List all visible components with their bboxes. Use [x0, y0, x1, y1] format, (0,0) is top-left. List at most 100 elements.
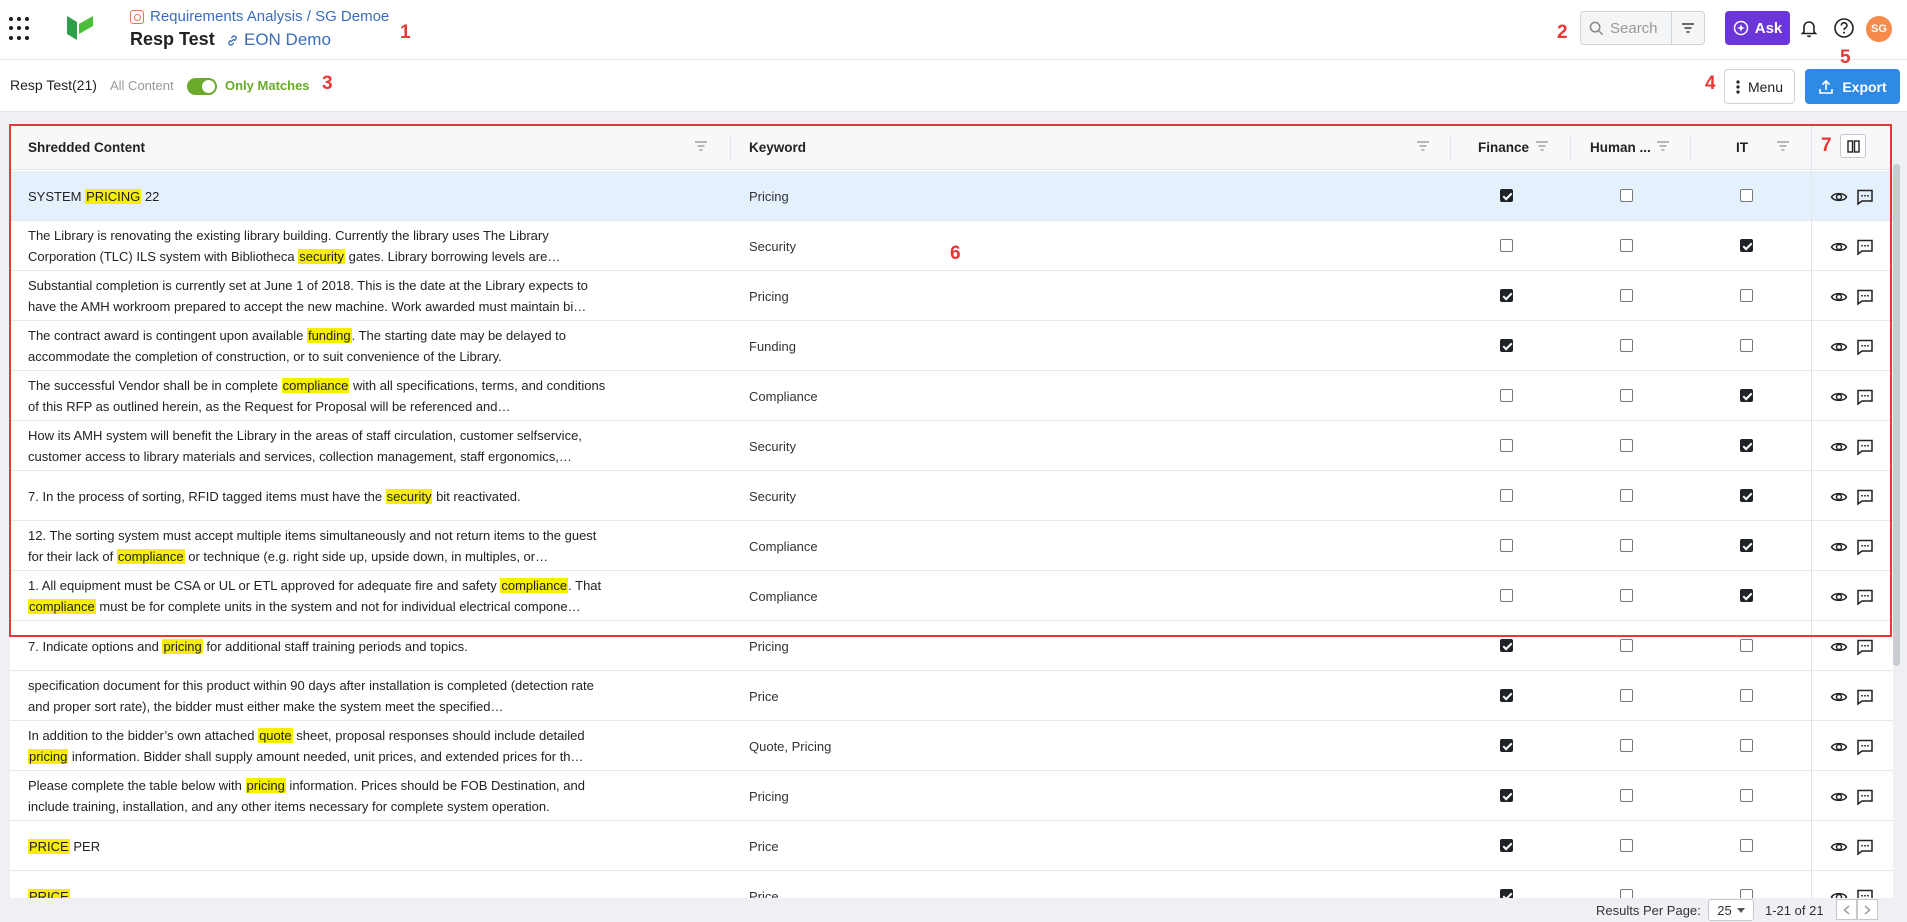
- comment-icon[interactable]: [1856, 788, 1874, 806]
- comment-icon[interactable]: [1856, 888, 1874, 898]
- it-checkbox[interactable]: [1740, 239, 1753, 252]
- comment-icon[interactable]: [1856, 688, 1874, 706]
- table-row[interactable]: 7. In the process of sorting, RFID tagge…: [10, 471, 1893, 521]
- it-checkbox[interactable]: [1740, 839, 1753, 852]
- shredded-content-cell[interactable]: Substantial completion is currently set …: [28, 271, 608, 321]
- it-checkbox[interactable]: [1740, 339, 1753, 352]
- eye-icon[interactable]: [1830, 488, 1848, 506]
- comment-icon[interactable]: [1856, 638, 1874, 656]
- search-filter-button[interactable]: [1671, 11, 1705, 45]
- shredded-content-cell[interactable]: specification document for this product …: [28, 671, 608, 721]
- eye-icon[interactable]: [1830, 838, 1848, 856]
- prev-page-button[interactable]: [1836, 899, 1857, 920]
- shredded-content-cell[interactable]: Please complete the table below with pri…: [28, 771, 608, 821]
- table-row[interactable]: SYSTEM PRICING 22 Pricing: [10, 171, 1893, 221]
- comment-icon[interactable]: [1856, 838, 1874, 856]
- human-checkbox[interactable]: [1620, 589, 1633, 602]
- it-checkbox[interactable]: [1740, 539, 1753, 552]
- table-row[interactable]: The contract award is contingent upon av…: [10, 321, 1893, 371]
- table-scrollbar[interactable]: [1893, 164, 1900, 666]
- comment-icon[interactable]: [1856, 488, 1874, 506]
- comment-icon[interactable]: [1856, 238, 1874, 256]
- col-header-shredded-content[interactable]: Shredded Content: [28, 124, 145, 170]
- search-input[interactable]: Search: [1580, 11, 1671, 45]
- finance-checkbox[interactable]: [1500, 539, 1513, 552]
- eye-icon[interactable]: [1830, 688, 1848, 706]
- table-row[interactable]: PRICE Price: [10, 871, 1893, 898]
- column-filter-icon[interactable]: [694, 140, 708, 152]
- shredded-content-cell[interactable]: How its AMH system will benefit the Libr…: [28, 421, 608, 471]
- it-checkbox[interactable]: [1740, 439, 1753, 452]
- eye-icon[interactable]: [1830, 638, 1848, 656]
- column-filter-icon[interactable]: [1535, 140, 1549, 152]
- column-divider[interactable]: [730, 134, 731, 160]
- finance-checkbox[interactable]: [1500, 589, 1513, 602]
- results-per-page-select[interactable]: 25: [1708, 899, 1754, 921]
- shredded-content-cell[interactable]: The successful Vendor shall be in comple…: [28, 371, 608, 421]
- human-checkbox[interactable]: [1620, 439, 1633, 452]
- table-row[interactable]: In addition to the bidder’s own attached…: [10, 721, 1893, 771]
- human-checkbox[interactable]: [1620, 639, 1633, 652]
- apps-grid-icon[interactable]: [9, 17, 33, 41]
- col-header-it[interactable]: IT: [1736, 124, 1748, 170]
- eye-icon[interactable]: [1830, 738, 1848, 756]
- human-checkbox[interactable]: [1620, 739, 1633, 752]
- human-checkbox[interactable]: [1620, 339, 1633, 352]
- finance-checkbox[interactable]: [1500, 189, 1513, 202]
- ask-button[interactable]: Ask: [1725, 11, 1790, 45]
- finance-checkbox[interactable]: [1500, 439, 1513, 452]
- column-divider[interactable]: [1690, 134, 1691, 160]
- comment-icon[interactable]: [1856, 388, 1874, 406]
- comment-icon[interactable]: [1856, 288, 1874, 306]
- table-row[interactable]: 7. Indicate options and pricing for addi…: [10, 621, 1893, 671]
- it-checkbox[interactable]: [1740, 489, 1753, 502]
- column-chooser-button[interactable]: [1840, 134, 1866, 158]
- table-row[interactable]: PRICE PER Price: [10, 821, 1893, 871]
- it-checkbox[interactable]: [1740, 289, 1753, 302]
- finance-checkbox[interactable]: [1500, 839, 1513, 852]
- comment-icon[interactable]: [1856, 188, 1874, 206]
- breadcrumb[interactable]: Requirements Analysis / SG Demoe: [130, 8, 389, 25]
- finance-checkbox[interactable]: [1500, 289, 1513, 302]
- finance-checkbox[interactable]: [1500, 739, 1513, 752]
- table-row[interactable]: The successful Vendor shall be in comple…: [10, 371, 1893, 421]
- table-row[interactable]: How its AMH system will benefit the Libr…: [10, 421, 1893, 471]
- human-checkbox[interactable]: [1620, 889, 1633, 898]
- eye-icon[interactable]: [1830, 788, 1848, 806]
- menu-button[interactable]: Menu: [1724, 69, 1795, 104]
- eye-icon[interactable]: [1830, 188, 1848, 206]
- col-header-finance[interactable]: Finance: [1478, 124, 1529, 170]
- finance-checkbox[interactable]: [1500, 789, 1513, 802]
- col-header-keyword[interactable]: Keyword: [749, 124, 806, 170]
- comment-icon[interactable]: [1856, 438, 1874, 456]
- finance-checkbox[interactable]: [1500, 689, 1513, 702]
- export-button[interactable]: Export: [1805, 69, 1900, 104]
- eye-icon[interactable]: [1830, 388, 1848, 406]
- it-checkbox[interactable]: [1740, 389, 1753, 402]
- shredded-content-cell[interactable]: PRICE PER: [28, 821, 608, 871]
- table-row[interactable]: 1. All equipment must be CSA or UL or ET…: [10, 571, 1893, 621]
- bell-icon[interactable]: [1797, 16, 1821, 40]
- shredded-content-cell[interactable]: In addition to the bidder’s own attached…: [28, 721, 608, 771]
- column-divider[interactable]: [1570, 134, 1571, 160]
- eye-icon[interactable]: [1830, 888, 1848, 898]
- human-checkbox[interactable]: [1620, 389, 1633, 402]
- col-header-human[interactable]: Human ...: [1590, 124, 1651, 170]
- eye-icon[interactable]: [1830, 238, 1848, 256]
- comment-icon[interactable]: [1856, 738, 1874, 756]
- shredded-content-cell[interactable]: 1. All equipment must be CSA or UL or ET…: [28, 571, 608, 621]
- finance-checkbox[interactable]: [1500, 389, 1513, 402]
- finance-checkbox[interactable]: [1500, 239, 1513, 252]
- project-link-label[interactable]: EON Demo: [244, 30, 331, 50]
- human-checkbox[interactable]: [1620, 289, 1633, 302]
- column-filter-icon[interactable]: [1416, 140, 1430, 152]
- only-matches-toggle[interactable]: [187, 78, 217, 95]
- it-checkbox[interactable]: [1740, 189, 1753, 202]
- human-checkbox[interactable]: [1620, 539, 1633, 552]
- table-row[interactable]: Substantial completion is currently set …: [10, 271, 1893, 321]
- app-logo[interactable]: [65, 14, 95, 42]
- shredded-content-cell[interactable]: The contract award is contingent upon av…: [28, 321, 608, 371]
- only-matches-label[interactable]: Only Matches: [225, 78, 310, 93]
- human-checkbox[interactable]: [1620, 839, 1633, 852]
- table-row[interactable]: 12. The sorting system must accept multi…: [10, 521, 1893, 571]
